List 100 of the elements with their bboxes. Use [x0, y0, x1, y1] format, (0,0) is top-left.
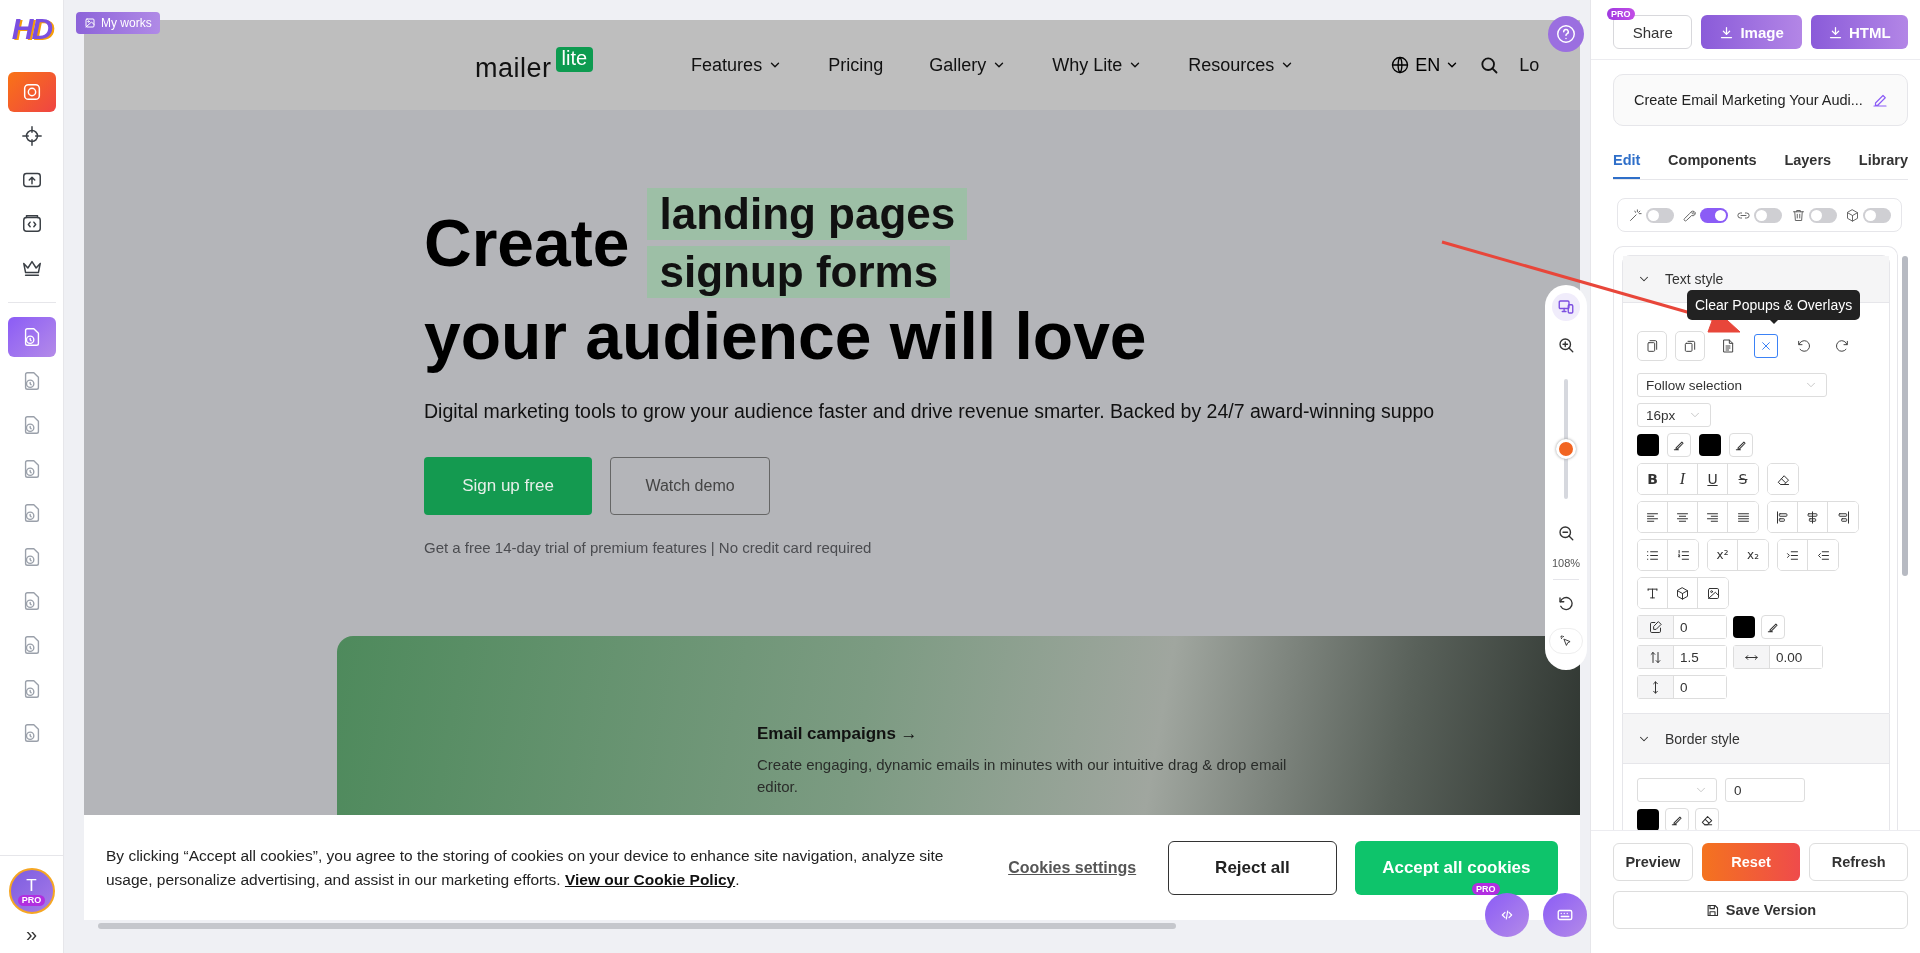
toggle-switch[interactable] — [1754, 207, 1783, 223]
magic-wand-icon — [1628, 207, 1644, 223]
panel-tab[interactable]: Layers — [1784, 144, 1832, 179]
section-title: Border style — [1665, 730, 1740, 747]
preview-button[interactable]: Preview — [1613, 843, 1693, 881]
redo-icon — [1834, 338, 1850, 354]
search-icon — [1479, 55, 1500, 75]
save-version-button[interactable]: Save Version — [1613, 891, 1908, 929]
panel-tab[interactable]: Components — [1668, 144, 1757, 179]
refresh-button[interactable]: Refresh — [1809, 843, 1908, 881]
download-icon — [1828, 24, 1844, 40]
trial-note: Get a free 14-day trial of premium features | No credit card required — [424, 539, 872, 556]
toggle-switch[interactable] — [1646, 207, 1675, 223]
eraser-button[interactable] — [1768, 464, 1798, 494]
cursor-button[interactable] — [1549, 628, 1583, 654]
code-icon — [1499, 907, 1515, 923]
highlighter-button[interactable] — [1761, 615, 1785, 639]
bold-button[interactable]: B — [1638, 464, 1668, 494]
nav-link[interactable]: Gallery — [929, 54, 1007, 76]
project-title: Create Email Marketing Your Audi... — [1634, 92, 1863, 108]
color-swatch[interactable] — [1637, 809, 1659, 830]
indent-button[interactable] — [1778, 540, 1808, 570]
toggle-switch[interactable] — [1700, 207, 1729, 223]
cookie-settings-link[interactable]: Cookies settings — [1008, 858, 1137, 877]
vertical-arrows-field[interactable]: 0 — [1637, 675, 1727, 699]
line-height-icon — [1648, 649, 1663, 665]
undo-icon — [1796, 338, 1812, 354]
eraser-button[interactable] — [1695, 808, 1719, 830]
toggle-switch[interactable] — [1862, 207, 1891, 223]
panel-tab[interactable]: Edit — [1613, 144, 1641, 179]
block-align-left-icon — [1775, 509, 1790, 525]
cookie-text: By clicking “Accept all cookies”, you agree to the storing of cookies on your device to enhance site navigation, analyze site usage, personalize advertising, and assist in our marketing efforts. View our Cookie Policy. — [106, 845, 945, 890]
language-selector[interactable]: EN — [1390, 54, 1460, 76]
slider-thumb[interactable] — [1556, 438, 1576, 459]
nav-link[interactable]: Why Lite — [1052, 54, 1143, 76]
font-select[interactable]: Follow selection — [1637, 373, 1827, 397]
feature-title[interactable]: Email campaigns → — [757, 724, 1580, 744]
hero-subtitle: Digital marketing tools to grow your audience faster and drive revenue smarter. Backed by 24/7 award-winning suppo — [424, 400, 1435, 423]
nav-link[interactable]: Resources — [1188, 54, 1295, 76]
close-button[interactable] — [1754, 334, 1778, 358]
line-height-field[interactable]: 1.5 — [1637, 645, 1727, 669]
color-swatch[interactable] — [1699, 434, 1721, 456]
align-left-button[interactable] — [1638, 502, 1668, 532]
sup-button[interactable]: x² — [1708, 540, 1738, 570]
code-window-icon — [20, 213, 43, 235]
reset-icon — [1557, 595, 1575, 613]
tooltip-arrow — [1768, 318, 1780, 324]
letter-spacing-field[interactable]: 0.00 — [1733, 645, 1823, 669]
document-icon — [1720, 338, 1736, 354]
demo-button[interactable]: Watch demo — [610, 457, 770, 515]
block-align-left-button[interactable] — [1768, 502, 1798, 532]
cursor-icon — [1559, 634, 1573, 648]
block-align-right-icon — [1835, 509, 1851, 525]
eraser-icon — [1700, 813, 1714, 827]
code-button[interactable] — [1485, 893, 1529, 937]
block-align-center-icon — [1805, 509, 1820, 525]
site-logo[interactable]: mailer lite — [475, 46, 594, 84]
crosshair-icon — [20, 125, 43, 147]
highlighter-button[interactable] — [1665, 808, 1689, 830]
devices-icon — [1557, 298, 1575, 316]
image-icon — [84, 17, 96, 29]
bullet-list-button[interactable] — [1638, 540, 1668, 570]
paste-button[interactable] — [1675, 331, 1705, 361]
section-title: Text style — [1665, 271, 1724, 287]
feature-text: Create engaging, dynamic emails in minutes with our intuitive drag & drop email editor. — [757, 755, 1288, 797]
color-swatch[interactable] — [1637, 434, 1659, 456]
scrollbar[interactable] — [98, 923, 1176, 929]
zoom-reading: 108% — [1551, 557, 1581, 569]
size-select[interactable]: 16px — [1637, 403, 1711, 427]
image-icon — [1705, 585, 1721, 601]
login-link[interactable]: Lo — [1519, 54, 1540, 76]
my-works-badge[interactable]: My works — [76, 12, 160, 34]
trash-icon — [1790, 207, 1806, 223]
panel-tab[interactable]: Library — [1858, 144, 1908, 179]
scrollbar[interactable] — [1902, 256, 1908, 576]
cookie-policy-link[interactable]: View our Cookie Policy — [564, 870, 736, 888]
device-button[interactable] — [1552, 293, 1580, 321]
help-button[interactable] — [1548, 16, 1584, 52]
highlighter-button[interactable] — [1729, 433, 1753, 457]
section-header[interactable]: Border style — [1623, 714, 1889, 764]
copy-button[interactable] — [1637, 331, 1667, 361]
user-avatar[interactable]: T PRO — [8, 868, 55, 914]
hero-title: Create — [424, 205, 630, 281]
nav-link[interactable]: Features — [691, 54, 783, 76]
color-swatch[interactable] — [1733, 616, 1755, 638]
text-tool-button[interactable] — [1638, 578, 1668, 608]
rotating-word: landing pages — [647, 188, 968, 240]
expand-button[interactable]: » — [19, 922, 44, 947]
nav-link[interactable]: Pricing — [828, 54, 884, 76]
tooltip: Clear Popups & Overlays — [1687, 290, 1861, 320]
edit-field[interactable]: 0 — [1637, 615, 1727, 639]
cube-icon — [1844, 207, 1860, 223]
toggle-switch[interactable] — [1808, 207, 1837, 223]
highlighter-button[interactable] — [1667, 433, 1691, 457]
keyboard-button[interactable] — [1543, 893, 1587, 937]
border-width-field[interactable]: 0 — [1725, 778, 1805, 802]
rotating-word: signup forms — [647, 246, 951, 298]
pro-badge: PRO — [1472, 883, 1500, 895]
work-item[interactable] — [7, 317, 56, 357]
reject-button[interactable]: Reject all — [1168, 840, 1337, 895]
